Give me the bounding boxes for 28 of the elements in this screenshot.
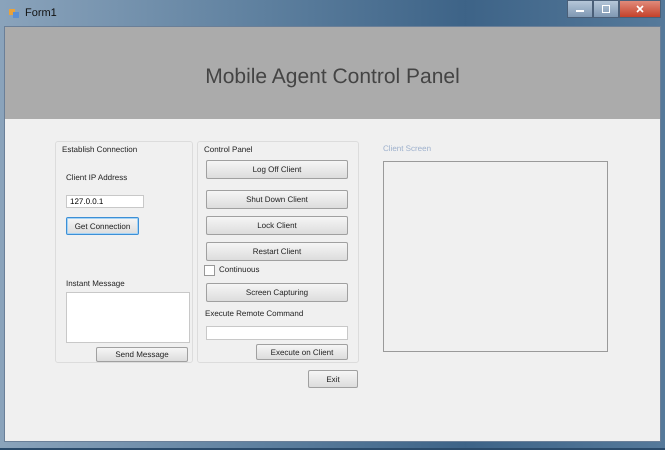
ip-field[interactable]: 127.0.0.1: [66, 195, 144, 208]
maximize-icon: [602, 5, 610, 13]
group-title: Client Screen: [383, 144, 432, 153]
close-button[interactable]: [619, 0, 661, 18]
action-button[interactable]: Shut Down Client: [206, 190, 348, 209]
checkbox[interactable]: [204, 265, 215, 276]
group-title: Control Panel: [204, 145, 252, 154]
field-label: Instant Message: [66, 279, 125, 288]
header-title: Mobile Agent Control Panel: [205, 65, 460, 89]
checkbox-label: Continuous: [219, 265, 260, 274]
action-button[interactable]: Lock Client: [206, 216, 348, 235]
action-button[interactable]: Log Off Client: [206, 160, 348, 179]
group-title: Establish Connection: [62, 145, 138, 154]
field-label: Execute Remote Command: [205, 309, 304, 318]
send-button[interactable]: Send Message: [96, 347, 188, 362]
connect-button[interactable]: Get Connection: [66, 216, 139, 236]
app-icon: [8, 7, 20, 19]
maximize-button[interactable]: [593, 0, 619, 18]
action-button[interactable]: Restart Client: [206, 242, 348, 261]
field-label: Client IP Address: [66, 173, 128, 182]
close-icon: [636, 5, 644, 13]
window-title: Form1: [25, 7, 57, 19]
message-field[interactable]: [66, 292, 190, 344]
command-field[interactable]: [206, 326, 348, 340]
exit-button[interactable]: Exit: [308, 370, 358, 388]
minimize-button[interactable]: [567, 0, 593, 18]
capture-button[interactable]: Screen Capturing: [206, 283, 348, 302]
execute-button[interactable]: Execute on Client: [256, 344, 348, 360]
